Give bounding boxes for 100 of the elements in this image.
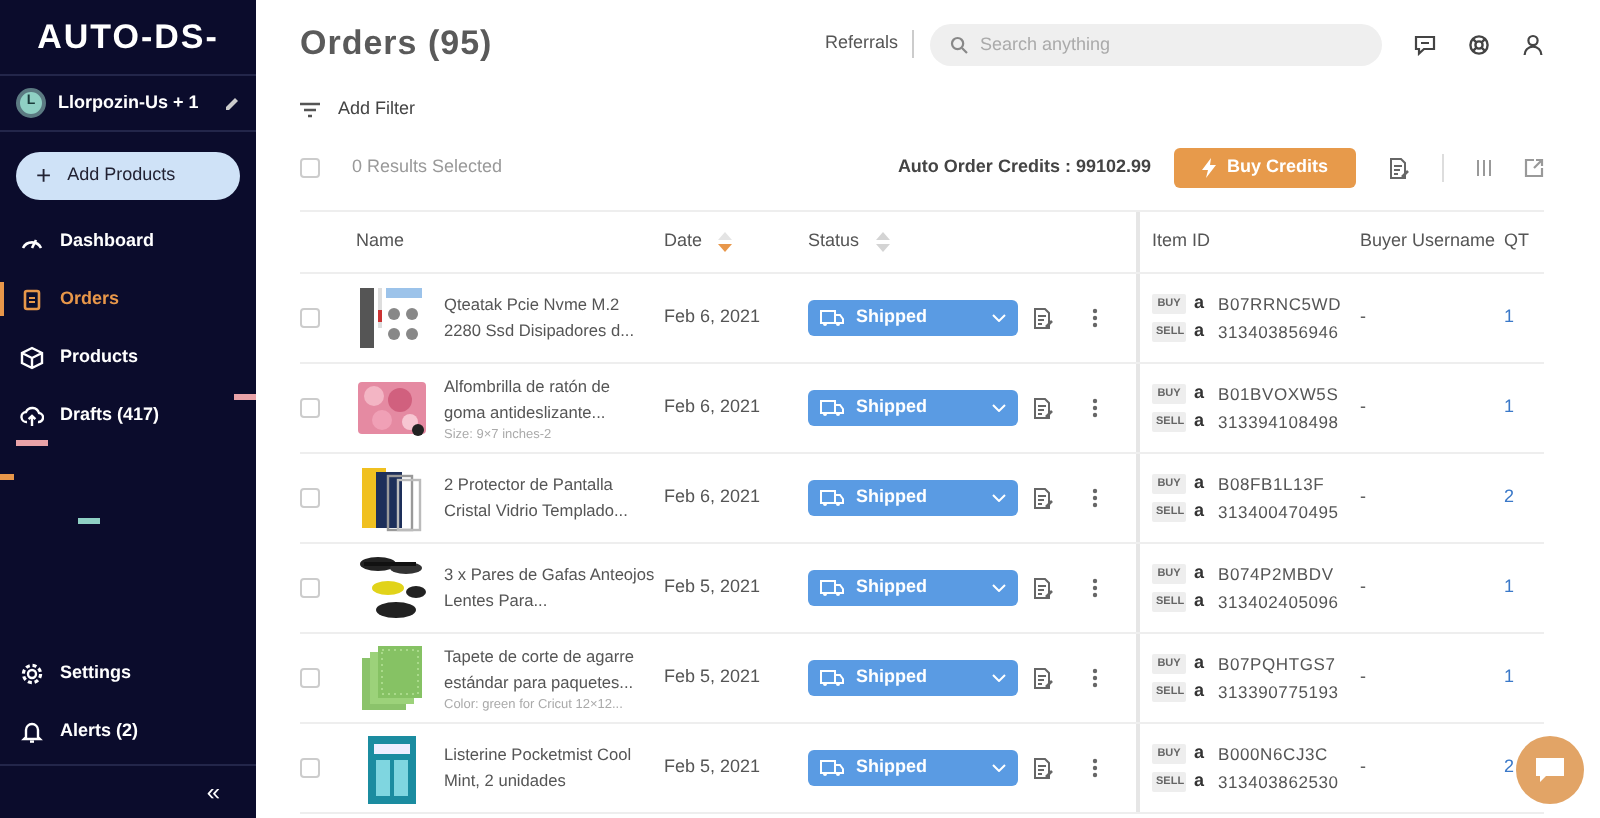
store-mark: a [1194,408,1207,435]
checkbox[interactable] [300,578,320,598]
item-id[interactable]: 313403856946 [1218,319,1339,345]
notes-icon[interactable] [1032,667,1054,689]
nav-item[interactable]: Orders [0,270,256,328]
item-id[interactable]: B07PQHTGS7 [1218,651,1336,677]
clipboard-icon [20,287,44,311]
add-products-button[interactable]: + Add Products [16,152,240,200]
store-mark: a [1194,498,1207,525]
notes-icon[interactable] [1032,487,1054,509]
add-filter-link[interactable]: Add Filter [338,96,416,124]
nav-item[interactable]: Dashboard [0,212,256,270]
item-id[interactable]: 313390775193 [1218,679,1339,705]
notes-icon[interactable] [1388,157,1410,179]
notes-icon[interactable] [1032,757,1054,779]
order-date: Feb 6, 2021 [664,306,761,327]
store-mark: a [1194,560,1207,587]
user-icon[interactable] [1522,33,1544,55]
cloud-upload-icon [20,403,44,427]
column-header[interactable]: Name [356,228,405,256]
column-header[interactable]: Date [664,228,703,256]
column-header[interactable]: Buyer Username [1360,228,1496,256]
caret-icon [992,764,1006,772]
bell-icon [20,719,44,743]
more-icon[interactable] [1092,758,1098,778]
product-name[interactable]: 2 Protector de Pantalla Cristal Vidrio Templado... [444,472,664,524]
quantity: 2 [1504,486,1515,507]
item-id[interactable]: 313394108498 [1218,409,1339,435]
credits-label: Auto Order Credits : 99102.99 [897,154,1151,181]
collapse-button[interactable]: « [206,774,220,810]
item-id[interactable]: 313403862530 [1218,769,1339,795]
notes-icon[interactable] [1032,307,1054,329]
notes-icon[interactable] [1032,397,1054,419]
product-name[interactable]: Qteatak Pcie Nvme M.2 2280 Ssd Disipadores d... [444,292,664,344]
item-id[interactable]: B074P2MBDV [1218,561,1334,587]
buyer-username: - [1360,396,1366,417]
nav-item[interactable]: Settings [0,644,256,702]
column-header[interactable]: Status [808,228,860,256]
more-icon[interactable] [1092,488,1098,508]
caret-icon [992,494,1006,502]
item-id[interactable]: B08FB1L13F [1218,471,1325,497]
more-icon[interactable] [1092,308,1098,328]
order-date: Feb 5, 2021 [664,756,761,777]
item-id[interactable]: 313400470495 [1218,499,1339,525]
item-id[interactable]: B01BVOXW5S [1218,381,1339,407]
caret-icon [992,584,1006,592]
box-icon [20,345,44,369]
lifebuoy-icon[interactable] [1468,33,1490,55]
export-icon[interactable] [1524,158,1544,178]
filter-icon[interactable] [300,102,320,118]
selection-count: 0 Results Selected [352,154,505,181]
buyer-username: - [1360,306,1366,327]
columns-icon[interactable] [1476,160,1492,176]
column-header[interactable]: Item ID [1152,228,1211,256]
more-icon[interactable] [1092,398,1098,418]
chat-bubble-icon [1534,756,1566,784]
search-field[interactable]: Search anything [930,23,1382,65]
truck-icon [820,760,844,776]
store-mark: a [1194,380,1207,407]
referrals-link[interactable]: Referrals [824,30,914,58]
column-header[interactable]: QT [1504,228,1529,256]
nav-item[interactable]: Drafts (417) [0,386,256,444]
quantity: 1 [1504,576,1515,597]
edit-icon[interactable] [224,95,240,111]
chat-icon[interactable] [1414,33,1436,55]
checkbox[interactable] [300,488,320,508]
quantity: 1 [1504,396,1515,417]
notes-icon[interactable] [1032,577,1054,599]
item-id[interactable]: B07RRNC5WD [1218,291,1342,317]
more-icon[interactable] [1092,668,1098,688]
checkbox[interactable] [300,398,320,418]
product-name[interactable]: Alfombrilla de ratón de goma antideslizante... [444,373,664,425]
truck-icon [820,310,844,326]
caret-icon [992,404,1006,412]
order-date: Feb 5, 2021 [664,576,761,597]
checkbox[interactable] [300,668,320,688]
product-name[interactable]: Tapete de corte de agarre estándar para paquetes... [444,643,664,695]
account-name[interactable]: Llorpozin-Us + 1 [58,89,212,117]
more-icon[interactable] [1092,578,1098,598]
buyer-username: - [1360,576,1366,597]
checkbox[interactable] [300,308,320,328]
truck-icon [820,580,844,596]
caret-icon [992,674,1006,682]
truck-icon [820,400,844,416]
product-name[interactable]: 3 x Pares de Gafas Anteojos Lentes Para... [444,562,664,614]
store-mark: a [1194,290,1207,317]
product-name[interactable]: Listerine Pocketmist Cool Mint, 2 unidades [444,742,664,794]
item-id[interactable]: 313402405096 [1218,589,1339,615]
dash-mark [78,518,100,524]
store-mark: a [1194,588,1207,615]
buyer-username: - [1360,756,1366,777]
store-mark: a [1194,470,1207,497]
item-id[interactable]: B000N6CJ3C [1218,741,1328,767]
nav-item[interactable]: Products [0,328,256,386]
checkbox[interactable] [300,758,320,778]
checkbox[interactable] [300,158,320,178]
truck-icon [820,490,844,506]
logo: AUTO-DS- [0,0,256,76]
order-date: Feb 6, 2021 [664,486,761,507]
nav-item[interactable]: Alerts (2) [0,702,256,760]
